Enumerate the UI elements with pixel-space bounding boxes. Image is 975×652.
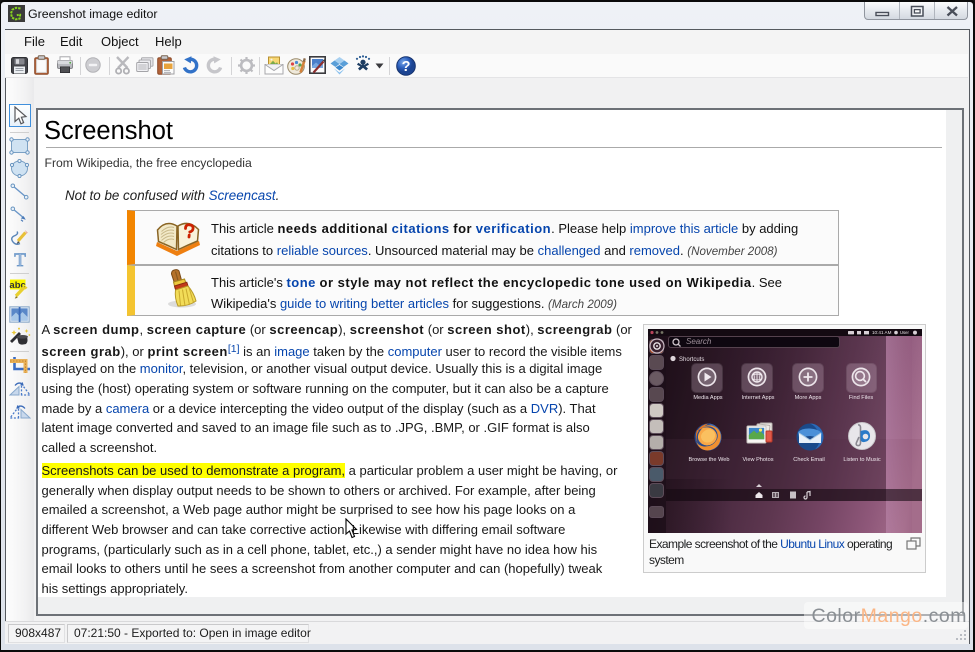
- svg-text:Listen to Music: Listen to Music: [843, 457, 881, 463]
- svg-text:T: T: [14, 251, 26, 269]
- svg-text:Find Files: Find Files: [849, 395, 873, 401]
- svg-text:Check Email: Check Email: [793, 457, 824, 463]
- svg-text:Internet Apps: Internet Apps: [742, 395, 775, 401]
- svg-text:Browse the Web: Browse the Web: [689, 457, 730, 463]
- svg-text:More Apps: More Apps: [795, 395, 822, 401]
- svg-text:?: ?: [402, 59, 411, 75]
- svg-text:Media Apps: Media Apps: [693, 395, 722, 401]
- svg-text:View Photos: View Photos: [743, 457, 774, 463]
